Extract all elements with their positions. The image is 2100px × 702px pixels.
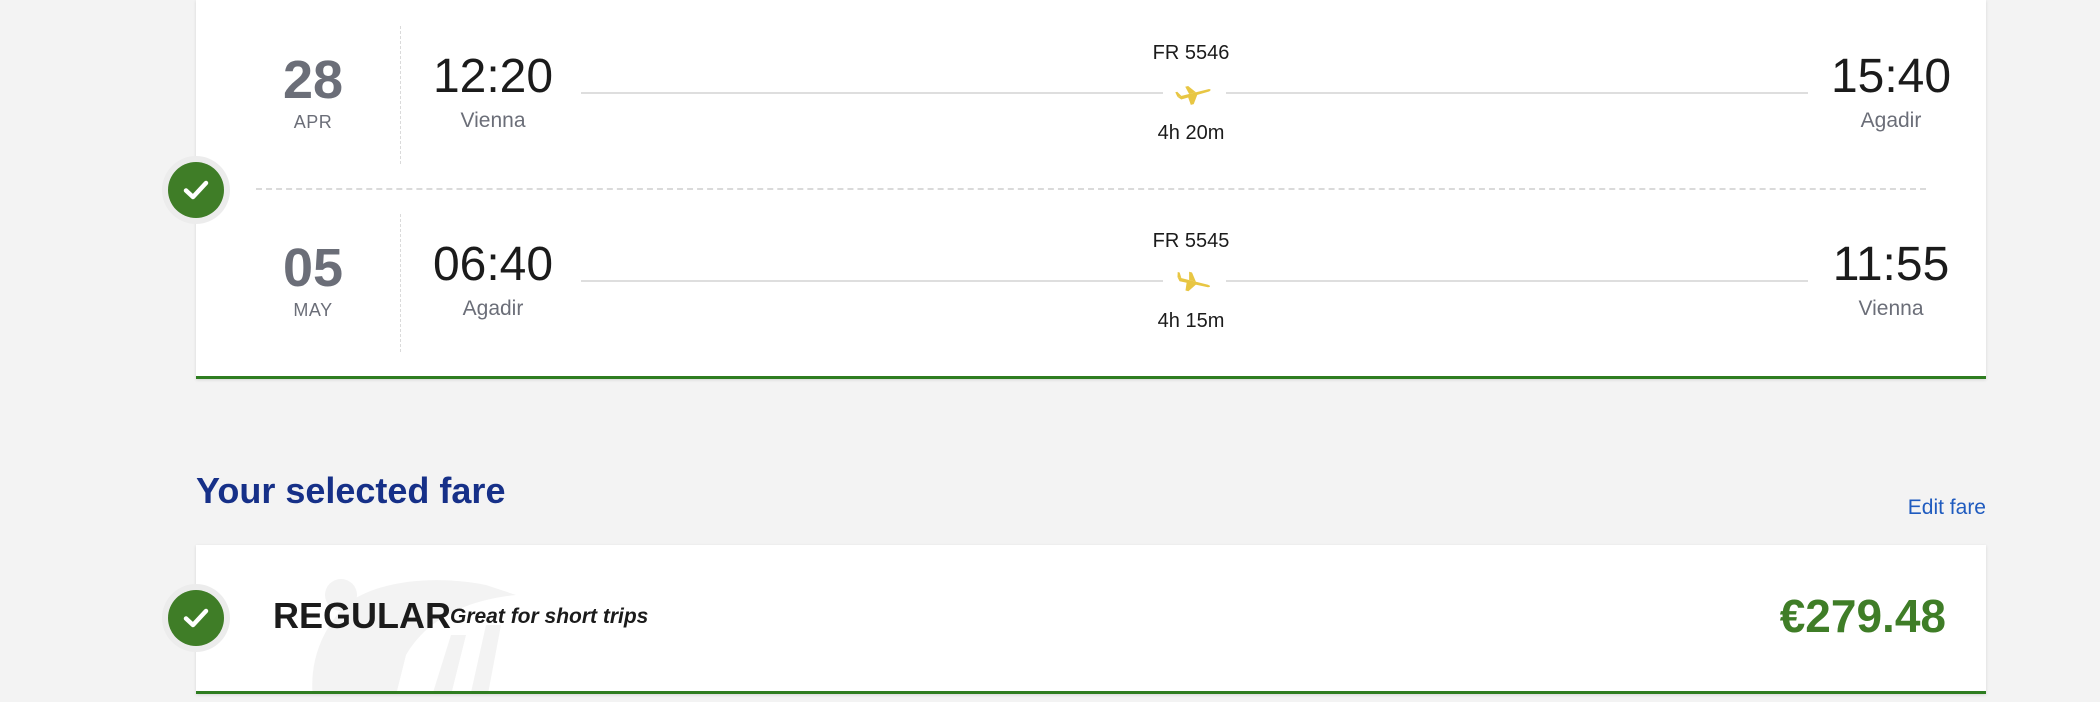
outbound-departure-time: 12:20: [432, 50, 554, 103]
flight-path-line: [581, 280, 1163, 282]
return-departure-city: Agadir: [462, 297, 524, 320]
outbound-flight: 28 APR 12:20 Vienna FR 5546 4h 20m 15:40: [196, 26, 1986, 166]
outbound-departure: 12:20 Vienna: [426, 26, 560, 133]
date-divider: [400, 214, 401, 352]
flights-card: 28 APR 12:20 Vienna FR 5546 4h 20m 15:40: [196, 0, 1986, 379]
legs-divider: [256, 188, 1926, 190]
fare-check-icon: [168, 590, 224, 646]
fare-description: Great for short trips: [450, 605, 649, 628]
return-arrival-city: Vienna: [1858, 297, 1924, 320]
flight-path-line: [581, 92, 1163, 94]
fare-card: REGULAR Great for short trips €279.48: [196, 545, 1986, 694]
return-arrival-time: 11:55: [1832, 238, 1950, 291]
flight-path-line: [1226, 92, 1808, 94]
return-departure: 06:40 Agadir: [426, 214, 560, 321]
return-arrival: 11:55 Vienna: [1824, 214, 1958, 321]
plane-landing-icon: [1172, 266, 1214, 296]
outbound-day: 28: [282, 50, 344, 110]
return-flight: 05 MAY 06:40 Agadir FR 5545 4h 15m 11:55: [196, 214, 1986, 354]
return-day: 05: [282, 238, 344, 298]
outbound-date: 28 APR: [258, 26, 368, 133]
outbound-arrival-city: Agadir: [1860, 109, 1922, 132]
return-duration: 4h 15m: [1157, 310, 1225, 332]
flight-path-line: [1226, 280, 1808, 282]
return-departure-time: 06:40: [432, 238, 554, 291]
edit-fare-link[interactable]: Edit fare: [1908, 496, 1986, 520]
outbound-duration: 4h 20m: [1157, 122, 1225, 144]
outbound-flight-number: FR 5546: [1152, 42, 1230, 64]
return-month: MAY: [293, 300, 333, 320]
outbound-arrival: 15:40 Agadir: [1824, 26, 1958, 133]
fare-name: REGULAR: [273, 595, 451, 636]
return-date: 05 MAY: [258, 214, 368, 321]
outbound-departure-city: Vienna: [460, 109, 526, 132]
plane-takeoff-icon: [1172, 78, 1214, 108]
date-divider: [400, 26, 401, 164]
outbound-arrival-time: 15:40: [1830, 50, 1952, 103]
fare-price: €279.48: [1779, 590, 1946, 642]
flights-check-icon: [168, 162, 224, 218]
selected-fare-title: Your selected fare: [196, 470, 506, 511]
outbound-month: APR: [293, 112, 333, 132]
return-flight-number: FR 5545: [1152, 230, 1230, 252]
